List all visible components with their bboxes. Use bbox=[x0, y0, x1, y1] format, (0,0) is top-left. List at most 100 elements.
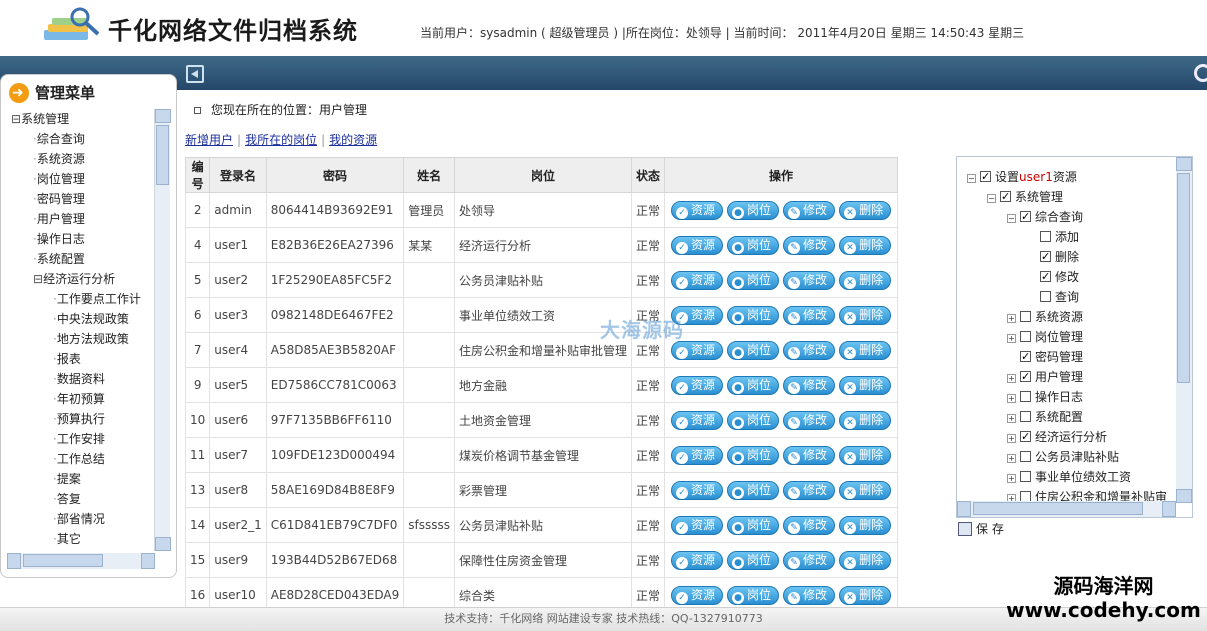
sidebar-horizontal-scrollbar[interactable] bbox=[7, 553, 155, 569]
resource-button[interactable]: ✓ 资源 bbox=[671, 200, 724, 220]
sidebar-vertical-scrollbar[interactable] bbox=[154, 109, 171, 551]
post-button[interactable]: ● 岗位 bbox=[727, 235, 780, 255]
permission-checkbox[interactable] bbox=[1020, 331, 1031, 342]
expand-icon[interactable]: + bbox=[1007, 474, 1016, 483]
sidebar-item[interactable]: ·年初预算 bbox=[11, 389, 161, 409]
resource-button[interactable]: ✓ 资源 bbox=[671, 410, 724, 430]
permission-item[interactable]: − 综合查询 bbox=[967, 207, 1177, 227]
permission-item[interactable]: + 系统资源 bbox=[967, 307, 1177, 327]
expand-icon[interactable]: + bbox=[1007, 434, 1016, 443]
permission-item[interactable]: + 操作日志 bbox=[967, 387, 1177, 407]
scroll-up-button[interactable] bbox=[155, 109, 171, 123]
permission-checkbox[interactable] bbox=[1040, 231, 1051, 242]
post-button[interactable]: ● 岗位 bbox=[727, 410, 780, 430]
permission-checkbox[interactable] bbox=[1020, 207, 1031, 227]
scroll-thumb[interactable] bbox=[973, 502, 1143, 515]
delete-button[interactable]: ✕ 删除 bbox=[839, 375, 892, 395]
sidebar-item[interactable]: ·其它 bbox=[11, 529, 161, 549]
expand-icon[interactable]: + bbox=[1007, 494, 1016, 501]
sidebar-item[interactable]: ·预算执行 bbox=[11, 409, 161, 429]
sidebar-item[interactable]: ·岗位管理 bbox=[11, 169, 161, 189]
resource-button[interactable]: ✓ 资源 bbox=[671, 445, 724, 465]
edit-button[interactable]: ✎ 修改 bbox=[783, 270, 836, 290]
permission-checkbox[interactable] bbox=[1020, 411, 1031, 422]
permission-item[interactable]: + 岗位管理 bbox=[967, 327, 1177, 347]
permission-root[interactable]: − 设置user1资源 bbox=[967, 167, 1177, 187]
resource-button[interactable]: ✓ 资源 bbox=[671, 480, 724, 500]
sidebar-item[interactable]: ·工作总结 bbox=[11, 449, 161, 469]
edit-button[interactable]: ✎ 修改 bbox=[783, 480, 836, 500]
permission-checkbox[interactable] bbox=[1000, 187, 1011, 207]
sidebar-item[interactable]: ·密码管理 bbox=[11, 189, 161, 209]
permission-checkbox[interactable] bbox=[1040, 291, 1051, 302]
sidebar-item[interactable]: ·数据资料 bbox=[11, 369, 161, 389]
permission-item[interactable]: 添加 bbox=[967, 227, 1177, 247]
edit-button[interactable]: ✎ 修改 bbox=[783, 340, 836, 360]
sidebar-item[interactable]: ·提案 bbox=[11, 469, 161, 489]
scroll-thumb[interactable] bbox=[1177, 173, 1190, 383]
sidebar-item[interactable]: ·报表 bbox=[11, 349, 161, 369]
post-button[interactable]: ● 岗位 bbox=[727, 270, 780, 290]
permission-checkbox[interactable] bbox=[1020, 311, 1031, 322]
permission-checkbox[interactable] bbox=[1020, 491, 1031, 501]
edit-button[interactable]: ✎ 修改 bbox=[783, 375, 836, 395]
edit-button[interactable]: ✎ 修改 bbox=[783, 550, 836, 570]
permission-item[interactable]: + 住房公积金和增量补贴审 bbox=[967, 487, 1177, 501]
scroll-down-button[interactable] bbox=[155, 537, 171, 551]
permission-item[interactable]: + 公务员津贴补贴 bbox=[967, 447, 1177, 467]
permission-checkbox[interactable] bbox=[1020, 451, 1031, 462]
permission-item[interactable]: + 系统配置 bbox=[967, 407, 1177, 427]
delete-button[interactable]: ✕ 删除 bbox=[839, 515, 892, 535]
scroll-left-button[interactable] bbox=[957, 501, 971, 517]
resource-button[interactable]: ✓ 资源 bbox=[671, 585, 724, 605]
save-button[interactable]: 保 存 bbox=[958, 520, 1004, 537]
delete-button[interactable]: ✕ 删除 bbox=[839, 270, 892, 290]
sidebar-item[interactable]: ·操作日志 bbox=[11, 229, 161, 249]
permission-item[interactable]: 删除 bbox=[967, 247, 1177, 267]
post-button[interactable]: ● 岗位 bbox=[727, 480, 780, 500]
expand-icon[interactable]: + bbox=[1007, 314, 1016, 323]
sidebar-item[interactable]: ·答复 bbox=[11, 489, 161, 509]
permission-checkbox[interactable] bbox=[1020, 347, 1031, 367]
collapse-icon[interactable]: ⊟ bbox=[11, 112, 21, 126]
permission-checkbox[interactable] bbox=[1020, 391, 1031, 402]
expand-icon[interactable]: + bbox=[1007, 454, 1016, 463]
expand-icon[interactable]: + bbox=[1007, 414, 1016, 423]
expand-icon[interactable]: + bbox=[1007, 334, 1016, 343]
delete-button[interactable]: ✕ 删除 bbox=[839, 340, 892, 360]
scroll-right-button[interactable] bbox=[141, 553, 155, 569]
permission-item[interactable]: + 用户管理 bbox=[967, 367, 1177, 387]
permission-checkbox[interactable] bbox=[1020, 367, 1031, 387]
sidebar-item[interactable]: ·系统资源 bbox=[11, 149, 161, 169]
scroll-thumb[interactable] bbox=[156, 125, 169, 185]
edit-button[interactable]: ✎ 修改 bbox=[783, 305, 836, 325]
sidebar-item[interactable]: ·部省情况 bbox=[11, 509, 161, 529]
post-button[interactable]: ● 岗位 bbox=[727, 305, 780, 325]
sidebar-item[interactable]: ·工作要点工作计 bbox=[11, 289, 161, 309]
collapse-icon[interactable]: ⊟ bbox=[33, 272, 43, 286]
resource-button[interactable]: ✓ 资源 bbox=[671, 340, 724, 360]
edit-button[interactable]: ✎ 修改 bbox=[783, 515, 836, 535]
delete-button[interactable]: ✕ 删除 bbox=[839, 235, 892, 255]
permission-checkbox[interactable] bbox=[1040, 247, 1051, 267]
expand-icon[interactable]: + bbox=[1007, 394, 1016, 403]
collapse-icon[interactable]: − bbox=[987, 194, 996, 203]
scroll-right-button[interactable] bbox=[1162, 501, 1176, 517]
permission-item[interactable]: 查询 bbox=[967, 287, 1177, 307]
permission-item[interactable]: + 经济运行分析 bbox=[967, 427, 1177, 447]
collapse-sidebar-icon[interactable] bbox=[186, 65, 204, 83]
delete-button[interactable]: ✕ 删除 bbox=[839, 480, 892, 500]
resource-button[interactable]: ✓ 资源 bbox=[671, 235, 724, 255]
permission-item[interactable]: 密码管理 bbox=[967, 347, 1177, 367]
edit-button[interactable]: ✎ 修改 bbox=[783, 585, 836, 605]
sidebar-item[interactable]: ·综合查询 bbox=[11, 129, 161, 149]
permission-checkbox[interactable] bbox=[1040, 267, 1051, 287]
post-button[interactable]: ● 岗位 bbox=[727, 375, 780, 395]
post-button[interactable]: ● 岗位 bbox=[727, 200, 780, 220]
resource-button[interactable]: ✓ 资源 bbox=[671, 515, 724, 535]
sidebar-item[interactable]: ⊟经济运行分析 bbox=[11, 269, 161, 289]
collapse-icon[interactable]: − bbox=[967, 174, 976, 183]
scroll-left-button[interactable] bbox=[7, 553, 21, 569]
my-resource-link[interactable]: 我的资源 bbox=[329, 133, 377, 147]
post-button[interactable]: ● 岗位 bbox=[727, 445, 780, 465]
